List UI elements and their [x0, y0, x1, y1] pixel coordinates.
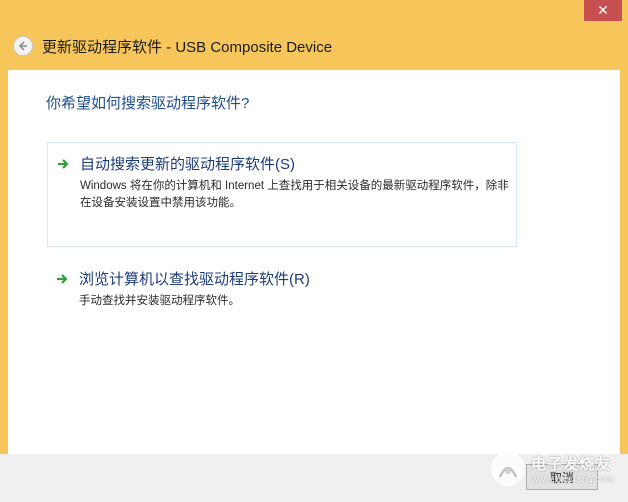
back-arrow-icon — [18, 41, 27, 51]
dialog-window: ✕ 更新驱动程序软件 - USB Composite Device 你希望如何搜… — [0, 0, 628, 502]
dialog-content: 你希望如何搜索驱动程序软件? 自动搜索更新的驱动程序软件(S) Windows … — [8, 70, 620, 454]
dialog-title: 更新驱动程序软件 - USB Composite Device — [42, 38, 333, 56]
back-button[interactable] — [13, 36, 33, 56]
option-browse-computer[interactable]: 浏览计算机以查找驱动程序软件(R) 手动查找并安装驱动程序软件。 — [47, 258, 517, 318]
close-button[interactable]: ✕ — [584, 0, 622, 21]
watermark-logo-icon — [491, 452, 526, 486]
dialog-footer: 取消 电子发烧友 www.elecfans.com — [0, 452, 628, 502]
watermark-text-cn: 电子发烧友 — [531, 456, 612, 473]
option-auto-search-description: Windows 将在你的计算机和 Internet 上查找用于相关设备的最新驱动… — [80, 180, 509, 209]
option-auto-search-title: 自动搜索更新的驱动程序软件(S) — [80, 156, 295, 173]
green-arrow-icon — [58, 158, 69, 169]
option-browse-computer-description: 手动查找并安装驱动程序软件。 — [79, 295, 240, 307]
watermark: 电子发烧友 www.elecfans.com — [491, 452, 614, 486]
close-icon: ✕ — [597, 2, 609, 19]
dialog-header: 更新驱动程序软件 - USB Composite Device — [0, 22, 628, 70]
option-browse-computer-title: 浏览计算机以查找驱动程序软件(R) — [79, 271, 310, 288]
question-heading: 你希望如何搜索驱动程序软件? — [46, 95, 250, 112]
green-arrow-icon — [57, 273, 68, 284]
watermark-text-en: www.elecfans.com — [531, 474, 614, 485]
option-auto-search[interactable]: 自动搜索更新的驱动程序软件(S) Windows 将在你的计算机和 Intern… — [47, 142, 517, 247]
